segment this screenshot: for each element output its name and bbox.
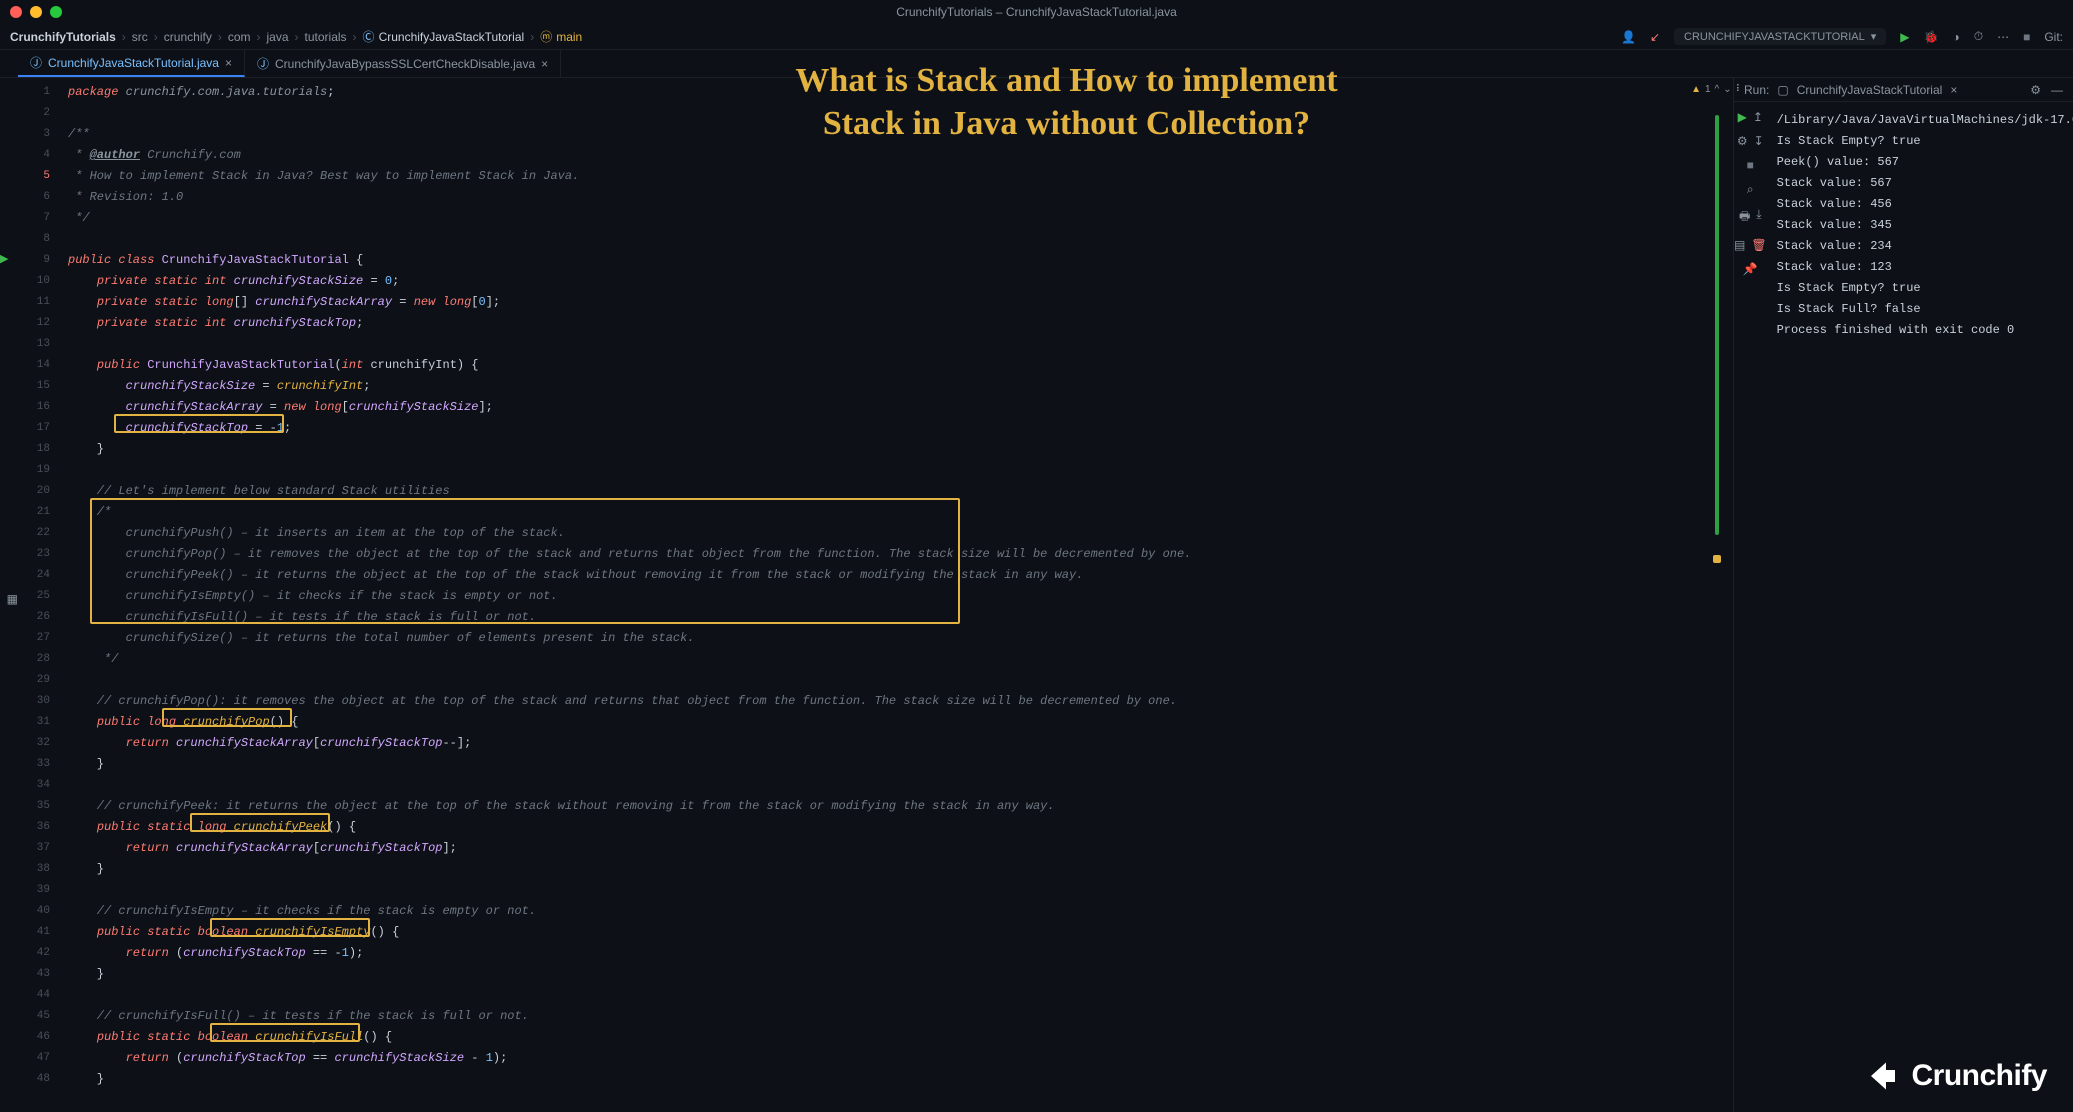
window-title: CrunchifyTutorials – CrunchifyJavaStackT… [0, 0, 2073, 24]
tab-crunchify-stack[interactable]: Ⓙ CrunchifyJavaStackTutorial.java × [18, 50, 245, 77]
run-down-icon[interactable]: ↧ [1754, 134, 1764, 148]
nav-down-icon[interactable]: ⌄ [1723, 84, 1731, 95]
stop-icon[interactable]: ■ [1747, 158, 1754, 172]
run-path: /Library/Java/JavaVirtualMachines/jdk-17… [1777, 110, 2073, 131]
minimap-warning-mark[interactable] [1713, 555, 1721, 563]
crunchify-logo-text: Crunchify [1911, 1059, 2047, 1093]
out-line: Is Stack Empty? true [1777, 131, 2073, 152]
run-icon[interactable]: ▶ [1900, 30, 1909, 44]
settings-icon[interactable]: ⚙ [2030, 83, 2041, 97]
breadcrumb-java[interactable]: java [267, 30, 289, 44]
out-line: Is Stack Empty? true [1777, 278, 2073, 299]
stop-icon[interactable]: ■ [2023, 30, 2030, 44]
filter-icon[interactable]: ⌕ [1747, 182, 1754, 197]
out-line: Stack value: 123 [1777, 257, 2073, 278]
minimize-window-icon[interactable] [30, 6, 42, 18]
out-line: Stack value: 567 [1777, 173, 2073, 194]
maximize-window-icon[interactable] [50, 6, 62, 18]
run-config-tab-icon: ▢ [1777, 83, 1788, 97]
tab-label: CrunchifyJavaBypassSSLCertCheckDisable.j… [275, 57, 535, 71]
crunchify-logo: Crunchify [1865, 1058, 2047, 1094]
run-up-icon[interactable]: ↥ [1753, 110, 1763, 124]
run-config-tab-label[interactable]: CrunchifyJavaStackTutorial [1797, 83, 1943, 97]
breadcrumb[interactable]: CrunchifyTutorials › src › crunchify › c… [10, 28, 582, 45]
layout-icon[interactable]: ▤ [1734, 238, 1745, 252]
run-tool-window: Run: ▢ CrunchifyJavaStackTutorial × ⚙ — … [1733, 78, 2073, 1112]
breadcrumb-class[interactable]: CrunchifyJavaStackTutorial [379, 30, 525, 44]
run-toolbar: ▶ ↥ ⚙ ↧ ■ ⌕ 🖶 ⤓ ▤ 🗑 📌 [1734, 102, 1767, 1112]
coverage-icon[interactable]: ◑ [1952, 30, 1959, 44]
project-tool-icon[interactable]: ▦ [7, 592, 18, 606]
java-file-icon: Ⓙ [30, 54, 42, 71]
run-output[interactable]: /Library/Java/JavaVirtualMachines/jdk-17… [1767, 102, 2073, 1112]
left-tool-strip: ▦ Project ◉ Commit ⧉ Pull Requests 🔖 Boo… [0, 78, 18, 1112]
delete-icon[interactable]: 🗑 [1751, 238, 1766, 252]
rerun-icon[interactable]: ▶ [1738, 110, 1747, 124]
chevron-down-icon: ▾ [1871, 30, 1877, 43]
window-controls[interactable] [10, 6, 62, 18]
crunchify-logo-icon [1865, 1058, 1901, 1094]
close-icon[interactable]: × [541, 57, 548, 71]
nav-up-icon[interactable]: ^ [1715, 84, 1720, 95]
out-line: Is Stack Full? false [1777, 299, 2073, 320]
out-line: Stack value: 345 [1777, 215, 2073, 236]
profile-icon[interactable]: ⏱ [1974, 29, 1983, 44]
breadcrumb-tutorials[interactable]: tutorials [305, 30, 347, 44]
editor-status-gutter: ▲ 1 ^ ⌄ ⠇ [1701, 78, 1733, 1112]
line-numbers: 12345678 9▶ 1011121314151617181920 21222… [18, 78, 58, 1112]
close-icon[interactable]: × [225, 56, 232, 70]
tab-label: CrunchifyJavaStackTutorial.java [48, 56, 219, 70]
user-icon[interactable]: 👤 [1621, 30, 1636, 44]
out-line: Process finished with exit code 0 [1777, 320, 2073, 341]
breadcrumb-com[interactable]: com [228, 30, 251, 44]
code-editor[interactable]: 12345678 9▶ 1011121314151617181920 21222… [18, 78, 1733, 1112]
out-line: Stack value: 456 [1777, 194, 2073, 215]
run-config-select[interactable]: CRUNCHIFYJAVASTACKTUTORIAL ▾ [1674, 28, 1886, 45]
more-icon[interactable]: ⠇ [1736, 84, 1743, 95]
run-header-label: Run: [1744, 83, 1769, 97]
debug-icon[interactable]: 🐞 [1924, 30, 1939, 44]
out-line: Stack value: 234 [1777, 236, 2073, 257]
breadcrumb-method[interactable]: main [556, 30, 582, 44]
minimap-mark [1715, 115, 1719, 535]
java-file-icon: Ⓙ [257, 55, 269, 72]
breadcrumb-crunchify[interactable]: crunchify [164, 30, 212, 44]
breadcrumb-project[interactable]: CrunchifyTutorials [10, 30, 116, 44]
back-icon[interactable]: ↙ [1650, 30, 1660, 44]
warning-count: 1 [1705, 84, 1711, 95]
run-settings-icon[interactable]: ⚙ [1737, 134, 1748, 148]
class-icon: Ⓒ [363, 28, 375, 45]
editor-tabs: Ⓙ CrunchifyJavaStackTutorial.java × Ⓙ Cr… [0, 50, 2073, 78]
print-icon[interactable]: 🖶 [1739, 207, 1750, 228]
close-icon[interactable]: × [1950, 83, 1957, 97]
out-line: Peek() value: 567 [1777, 152, 2073, 173]
tab-crunchify-ssl[interactable]: Ⓙ CrunchifyJavaBypassSSLCertCheckDisable… [245, 50, 561, 77]
minimize-panel-icon[interactable]: — [2051, 83, 2063, 97]
method-icon: ⓜ [540, 28, 552, 45]
more-run-icon[interactable]: ⋯ [1997, 30, 2009, 44]
export-icon[interactable]: ⤓ [1756, 207, 1761, 228]
code-area[interactable]: package crunchify.com.java.tutorials; /*… [58, 78, 1701, 1112]
close-window-icon[interactable] [10, 6, 22, 18]
git-label: Git: [2044, 30, 2063, 44]
run-config-label: CRUNCHIFYJAVASTACKTUTORIAL [1684, 31, 1865, 43]
pin-icon[interactable]: 📌 [1743, 262, 1758, 276]
breadcrumb-src[interactable]: src [132, 30, 148, 44]
